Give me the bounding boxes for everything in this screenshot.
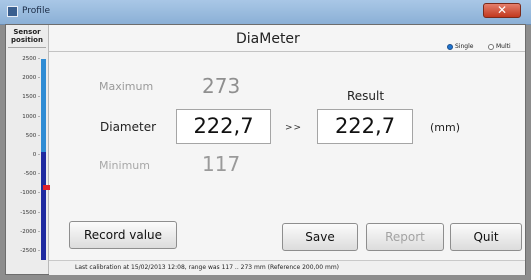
gauge-lower-fill (41, 152, 46, 260)
client-area: Sensor position 2500 - 2000 - 1500 - 1000 -… (5, 24, 526, 275)
status-bar: Last calibration at 15/02/2013 12:08, ra… (49, 260, 525, 275)
sensor-tick-label: 1500 - (22, 94, 40, 101)
unit-label: (mm) (430, 121, 461, 134)
result-label: Result (347, 89, 385, 103)
close-button[interactable]: ✕ (483, 3, 521, 18)
sensor-position-marker (43, 185, 50, 190)
report-button[interactable]: Report (366, 223, 444, 251)
sensor-position-panel: Sensor position 2500 - 2000 - 1500 - 1000 -… (6, 25, 50, 274)
minimum-value: 117 (202, 152, 241, 176)
radio-selected-icon[interactable] (447, 43, 453, 50)
mode-multi-label: Multi (496, 43, 511, 50)
sensor-tick-label: 500 - (25, 132, 40, 139)
sensor-title-line2: position (11, 36, 43, 44)
sensor-tick-label: -1500 - (20, 209, 40, 216)
maximum-label: Maximum (99, 80, 154, 93)
window-title: Profile (22, 6, 50, 16)
mode-single-option[interactable]: Single (447, 36, 473, 55)
app-title: DiaMeter (236, 31, 300, 47)
calibration-status: Last calibration at 15/02/2013 12:08, ra… (75, 264, 339, 271)
sensor-position-title: Sensor position (6, 28, 48, 44)
maximum-value: 273 (202, 74, 241, 98)
sensor-tick-label: -2000 - (20, 228, 40, 235)
quit-button[interactable]: Quit (450, 223, 522, 251)
gauge-upper-fill (41, 59, 46, 152)
sensor-tick-label: -2500 - (20, 248, 40, 254)
mode-single-label: Single (455, 43, 474, 50)
sensor-tick-label: 2500 - (22, 56, 40, 62)
app-window: Profile ✕ Sensor position 2500 - 2000 - 15… (0, 0, 531, 280)
sensor-divider (8, 47, 46, 48)
transfer-arrow: >> (285, 123, 303, 133)
result-output: 222,7 (317, 109, 413, 144)
sensor-tick-label: 0 - (32, 152, 40, 158)
mode-multi-option[interactable]: Multi (488, 36, 511, 55)
sensor-tick-label: 2000 - (22, 75, 40, 82)
radio-unselected-icon[interactable] (488, 43, 494, 50)
minimum-label: Minimum (99, 159, 150, 172)
diameter-label: Diameter (100, 120, 157, 134)
sensor-tick-label: -1000 - (20, 190, 40, 197)
sensor-title-line1: Sensor (13, 28, 41, 36)
sensor-tick-label: -500 - (23, 171, 40, 178)
title-bar[interactable]: Profile ✕ (0, 0, 531, 25)
record-value-button[interactable]: Record value (69, 221, 177, 249)
save-button[interactable]: Save (282, 223, 358, 251)
diameter-input[interactable]: 222,7 (176, 109, 271, 144)
sensor-tick-label: 1000 - (22, 113, 40, 120)
app-icon (7, 6, 18, 17)
